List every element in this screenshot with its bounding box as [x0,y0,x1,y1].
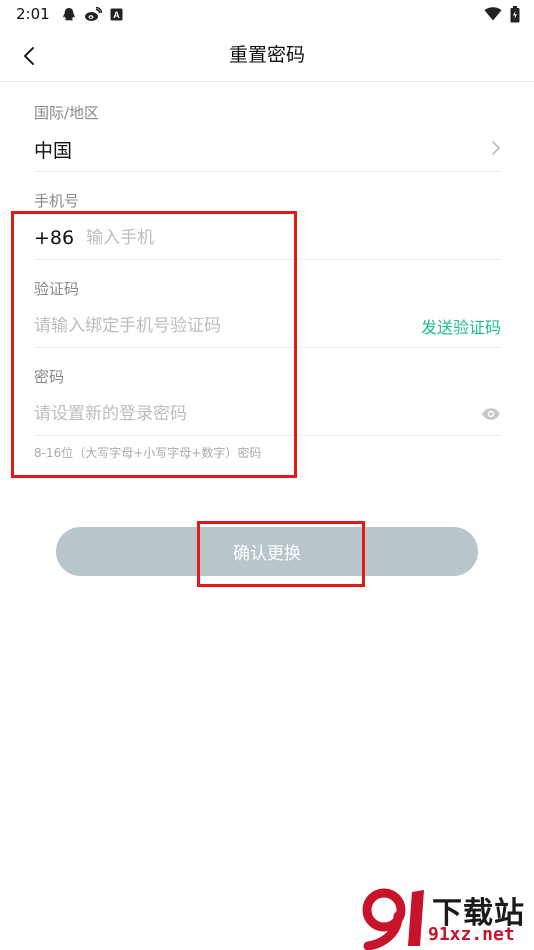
weibo-icon [84,6,102,22]
region-value: 中国 [34,140,73,162]
verification-code-input[interactable] [34,315,421,336]
verification-code-row: 发送验证码 [34,304,501,348]
navigation-bar: 重置密码 [0,28,534,82]
send-code-button[interactable]: 发送验证码 [421,314,501,338]
region-selector[interactable]: 中国 [34,128,501,172]
page-title: 重置密码 [228,44,305,66]
watermark: 下载站 91xz.net [362,886,534,950]
phone-input[interactable] [86,227,501,248]
region-label: 国际/地区 [34,104,100,122]
status-bar: 2:01 A [0,0,534,28]
password-input[interactable] [34,403,481,424]
phone-row: +86 [34,216,501,260]
battery-icon [510,5,520,23]
app-a-icon: A [110,8,123,21]
status-system-icons [484,5,520,23]
password-hint: 8-16位（大写字母+小写字母+数字）密码 [34,446,262,460]
status-time: 2:01 [16,5,50,23]
qq-icon [62,7,76,22]
country-code[interactable]: +86 [34,227,74,249]
wifi-icon [484,7,502,21]
watermark-site: 91xz.net [428,924,515,945]
password-label: 密码 [34,368,65,386]
svg-text:A: A [113,10,120,20]
eye-icon[interactable] [481,407,501,421]
chevron-right-icon [491,140,501,160]
password-row [34,392,501,436]
watermark-logo-icon [362,888,424,950]
phone-label: 手机号 [34,192,80,210]
confirm-change-button[interactable]: 确认更换 [56,527,478,576]
status-notification-icons: A [62,6,123,22]
verification-code-label: 验证码 [34,280,80,298]
